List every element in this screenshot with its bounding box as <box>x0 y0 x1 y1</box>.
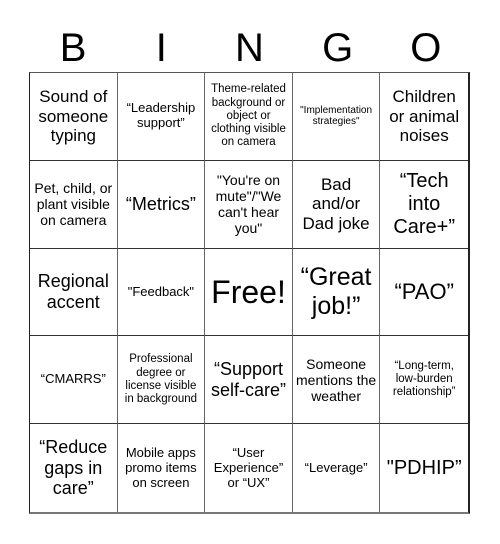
bingo-header: B I N G O <box>29 24 470 72</box>
bingo-cell[interactable]: “Long-term, low-burden relationship” <box>380 336 468 425</box>
bingo-cell[interactable]: Children or animal noises <box>380 73 468 161</box>
free-space-cell[interactable]: Free! <box>205 248 293 337</box>
bingo-cell[interactable]: Mobile apps promo items on screen <box>118 424 206 512</box>
bingo-cell[interactable]: “Great job!” <box>292 248 381 337</box>
bingo-cell[interactable]: “CMARRS” <box>30 336 118 425</box>
bingo-cell[interactable]: "Feedback" <box>117 248 206 337</box>
bingo-cell[interactable]: “Leadership support” <box>117 73 206 161</box>
bingo-cell[interactable]: “Support self-care” <box>205 336 293 425</box>
header-letter-i: I <box>155 26 167 70</box>
header-letter-n: N <box>235 26 264 70</box>
bingo-cell[interactable]: Bad and/or Dad joke <box>292 160 381 249</box>
header-letter-b: B <box>59 26 87 70</box>
bingo-cell[interactable]: Regional accent <box>30 248 118 337</box>
bingo-cell[interactable]: "Implementation strategies" <box>292 73 381 161</box>
bingo-cell[interactable]: “Reduce gaps in care” <box>30 424 118 512</box>
bingo-cell[interactable]: “Leverage” <box>293 424 381 512</box>
bingo-cell[interactable]: "You're on mute"/"We can't hear you" <box>205 160 293 249</box>
header-letter-g: G <box>322 26 354 70</box>
bingo-cell[interactable]: “User Experience” or “UX” <box>205 424 293 512</box>
bingo-cell[interactable]: “Metrics” <box>117 160 206 249</box>
bingo-cell[interactable]: "PDHIP” <box>380 424 468 512</box>
bingo-cell[interactable]: “Tech into Care+” <box>380 161 468 249</box>
bingo-cell[interactable]: Professional degree or license visible i… <box>117 336 206 425</box>
header-letter-o: O <box>410 26 442 70</box>
bingo-card-grid: Sound of someone typing “Leadership supp… <box>29 72 470 514</box>
bingo-cell[interactable]: Someone mentions the weather <box>292 336 381 425</box>
bingo-cell[interactable]: Pet, child, or plant visible on camera <box>30 160 118 249</box>
bingo-cell[interactable]: Theme-related background or object or cl… <box>205 73 293 161</box>
bingo-cell[interactable]: “PAO” <box>380 249 468 337</box>
bingo-cell[interactable]: Sound of someone typing <box>30 73 118 161</box>
